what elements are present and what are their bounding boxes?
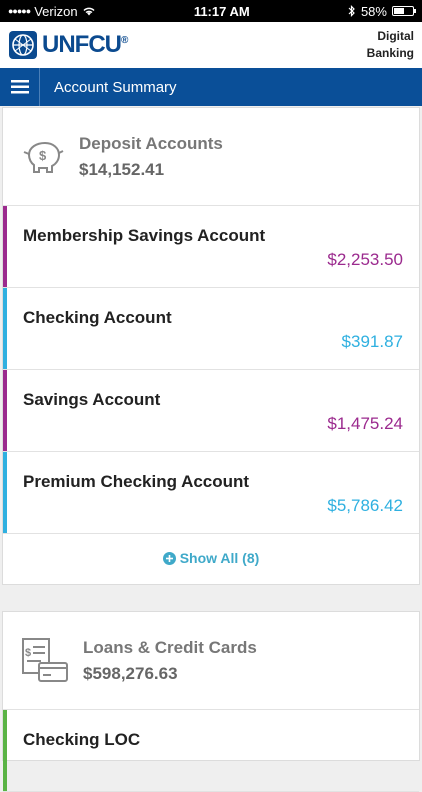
show-all-button[interactable]: Show All (8) bbox=[3, 534, 419, 582]
battery-percent: 58% bbox=[360, 3, 387, 19]
svg-text:$: $ bbox=[39, 148, 47, 163]
deposit-summary[interactable]: $ Deposit Accounts $14,152.41 bbox=[3, 108, 419, 206]
unfcu-logo[interactable]: UNFCU® bbox=[8, 30, 128, 60]
account-balance: $2,253.50 bbox=[327, 250, 403, 269]
status-left: ●●●●● Verizon bbox=[8, 4, 96, 19]
loans-title: Loans & Credit Cards bbox=[83, 637, 257, 657]
carrier-label: Verizon bbox=[34, 3, 78, 19]
time-label: 11:17 AM bbox=[193, 3, 250, 19]
unfcu-emblem-icon bbox=[9, 31, 37, 59]
battery-icon bbox=[391, 6, 416, 16]
svg-text:$: $ bbox=[25, 647, 31, 659]
battery-fill bbox=[393, 8, 405, 14]
logo-text: UNFCU® bbox=[42, 31, 128, 58]
account-row-checking[interactable]: Checking Account $391.87 bbox=[3, 288, 419, 370]
hamburger-icon bbox=[10, 80, 29, 94]
account-name: Savings Account bbox=[23, 390, 161, 409]
account-name: Membership Savings Account bbox=[23, 226, 266, 245]
menu-button[interactable] bbox=[0, 68, 40, 106]
loans-summary[interactable]: $ Loans & Credit Cards $598,276.63 bbox=[3, 612, 419, 710]
show-all-label: Show All (8) bbox=[179, 550, 260, 566]
brand-header: UNFCU® Digital Banking bbox=[0, 22, 422, 68]
status-right: 58% bbox=[348, 3, 416, 19]
account-color-stripe bbox=[3, 452, 7, 533]
loans-summary-text: Loans & Credit Cards $598,276.63 bbox=[83, 638, 257, 684]
signal-icon: ●●●●● bbox=[8, 6, 31, 16]
wifi-icon bbox=[83, 7, 95, 16]
account-name: Checking Account bbox=[23, 308, 172, 327]
plus-circle-icon bbox=[162, 551, 176, 565]
account-row-premium-checking[interactable]: Premium Checking Account $5,786.42 bbox=[3, 452, 419, 534]
page-title: Account Summary bbox=[54, 78, 177, 96]
digital-banking-label: Digital Banking bbox=[366, 29, 414, 60]
account-color-stripe bbox=[3, 288, 7, 369]
deposit-accounts-card: $ Deposit Accounts $14,152.41 Membership… bbox=[2, 107, 420, 585]
account-row-membership-savings[interactable]: Membership Savings Account $2,253.50 bbox=[3, 206, 419, 288]
account-name: Premium Checking Account bbox=[23, 472, 250, 491]
loans-total: $598,276.63 bbox=[83, 663, 178, 683]
account-balance: $391.87 bbox=[341, 332, 403, 351]
status-bar: ●●●●● Verizon 11:17 AM 58% bbox=[0, 0, 422, 22]
statement-card-icon: $ bbox=[22, 637, 68, 682]
account-name: Checking LOC bbox=[23, 730, 141, 749]
deposit-total: $14,152.41 bbox=[79, 159, 165, 179]
deposit-title: Deposit Accounts bbox=[79, 133, 223, 153]
nav-bar: Account Summary bbox=[0, 68, 422, 106]
account-balance: $5,786.42 bbox=[327, 496, 403, 515]
loans-credit-cards-card: $ Loans & Credit Cards $598,276.63 Check… bbox=[2, 611, 420, 792]
piggy-bank-icon: $ bbox=[23, 141, 64, 173]
bluetooth-icon bbox=[348, 5, 355, 17]
account-balance: $1,475.24 bbox=[327, 414, 403, 433]
account-row-savings[interactable]: Savings Account $1,475.24 bbox=[3, 370, 419, 452]
account-color-stripe bbox=[3, 370, 7, 451]
deposit-summary-text: Deposit Accounts $14,152.41 bbox=[79, 134, 223, 180]
account-color-stripe bbox=[3, 710, 7, 791]
account-row-checking-loc[interactable]: Checking LOC bbox=[3, 710, 419, 792]
account-color-stripe bbox=[3, 206, 7, 287]
